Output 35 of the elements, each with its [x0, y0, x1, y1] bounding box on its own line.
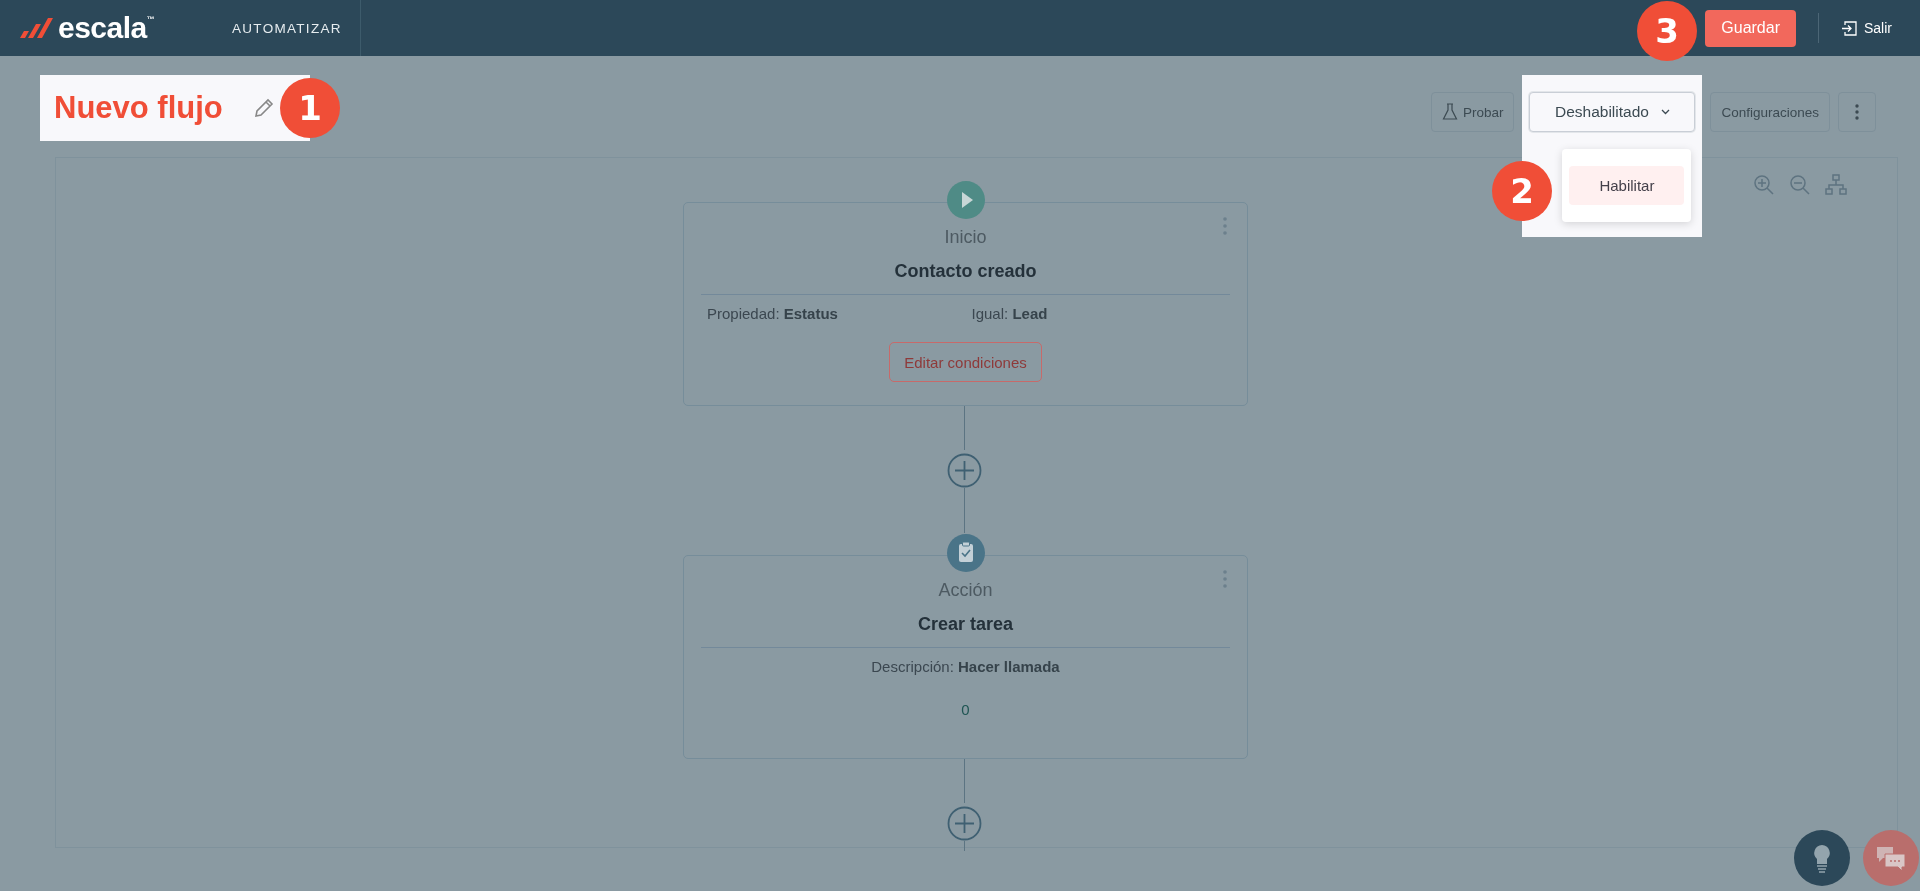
- logo-slashes-icon: [18, 17, 54, 39]
- step-count: 0: [961, 701, 970, 718]
- step-number-badge: 2: [1492, 161, 1552, 221]
- lightbulb-button[interactable]: [1794, 830, 1850, 886]
- step-detail: Igual: Lead: [970, 305, 1049, 322]
- step-detail: Propiedad: Estatus: [706, 305, 839, 322]
- add-step-icon[interactable]: [947, 806, 982, 841]
- section-label: AUTOMATIZAR: [214, 0, 361, 56]
- step-title: Crear tarea: [917, 614, 1014, 635]
- test-button[interactable]: Probar: [1430, 92, 1515, 132]
- more-button[interactable]: [1838, 92, 1876, 132]
- save-button[interactable]: Guardar: [1705, 9, 1796, 47]
- pencil-icon[interactable]: [252, 97, 275, 119]
- step-detail: Descripción: Hacer llamada: [871, 658, 1060, 675]
- kebab-icon: [1855, 104, 1859, 120]
- play-icon: [947, 181, 985, 219]
- caret-icon: [1660, 109, 1670, 115]
- brand-logo: escala™: [58, 11, 155, 45]
- chat-button[interactable]: [1863, 830, 1919, 886]
- step-type-label: Acción: [938, 580, 993, 602]
- add-step-icon[interactable]: [947, 453, 982, 488]
- zoom-in-icon[interactable]: [1753, 174, 1775, 196]
- settings-button[interactable]: Configuraciones: [1710, 92, 1830, 132]
- exit-link[interactable]: Salir: [1841, 19, 1892, 37]
- hierarchy-icon[interactable]: [1825, 174, 1847, 196]
- step-type-label: Inicio: [944, 227, 987, 249]
- clipboard-check-icon: [947, 534, 985, 572]
- exit-icon: [1841, 19, 1858, 37]
- flask-icon: [1441, 103, 1458, 121]
- step-title: Contacto creado: [894, 261, 1037, 282]
- status-dropdown[interactable]: Deshabilitado: [1529, 92, 1696, 132]
- menu-item[interactable]: Habilitar: [1569, 166, 1685, 205]
- zoom-out-icon[interactable]: [1789, 174, 1811, 196]
- flow-title: Nuevo flujo: [54, 90, 223, 126]
- edit-conditions-button[interactable]: Editar condiciones: [889, 342, 1042, 382]
